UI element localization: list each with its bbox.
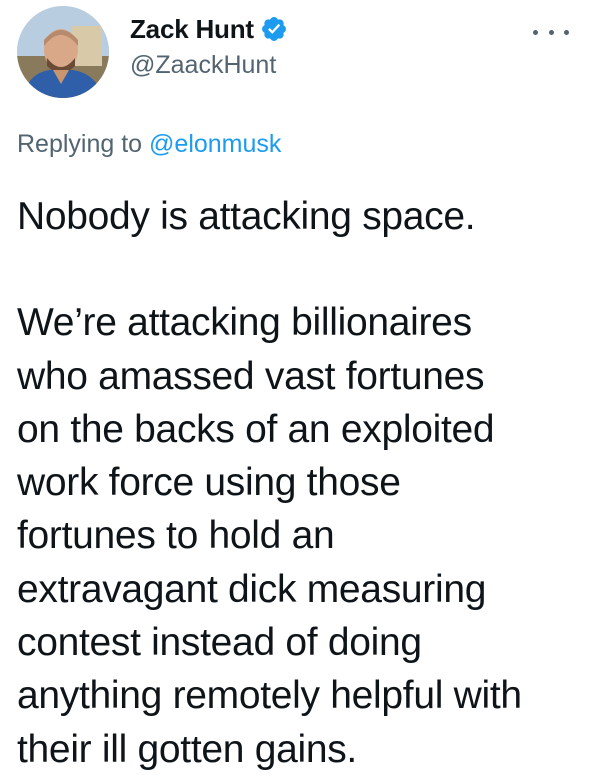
tweet-text: Nobody is attacking space. We’re attacki… bbox=[17, 190, 587, 776]
tweet-card: Zack Hunt @ZaackHunt Replying to @elonmu… bbox=[0, 0, 599, 774]
author-handle[interactable]: @ZaackHunt bbox=[130, 51, 276, 80]
avatar[interactable] bbox=[17, 6, 109, 98]
more-dot bbox=[564, 29, 569, 35]
more-horizontal-icon[interactable] bbox=[533, 22, 569, 42]
tweet-text-paragraph-2: We’re attacking billionaires who amassed… bbox=[17, 301, 522, 771]
replying-to-label: Replying to bbox=[17, 130, 143, 158]
tweet-text-line-1: Nobody is attacking space. bbox=[17, 195, 476, 238]
avatar-image bbox=[17, 6, 109, 98]
more-dot bbox=[533, 29, 538, 35]
verified-badge-icon bbox=[260, 15, 288, 43]
replying-to: Replying to @elonmusk bbox=[17, 130, 281, 159]
author-display-name[interactable]: Zack Hunt bbox=[130, 14, 254, 45]
reply-mention-link[interactable]: @elonmusk bbox=[149, 130, 281, 158]
author-name-row: Zack Hunt bbox=[130, 12, 288, 46]
more-dot bbox=[548, 29, 554, 35]
